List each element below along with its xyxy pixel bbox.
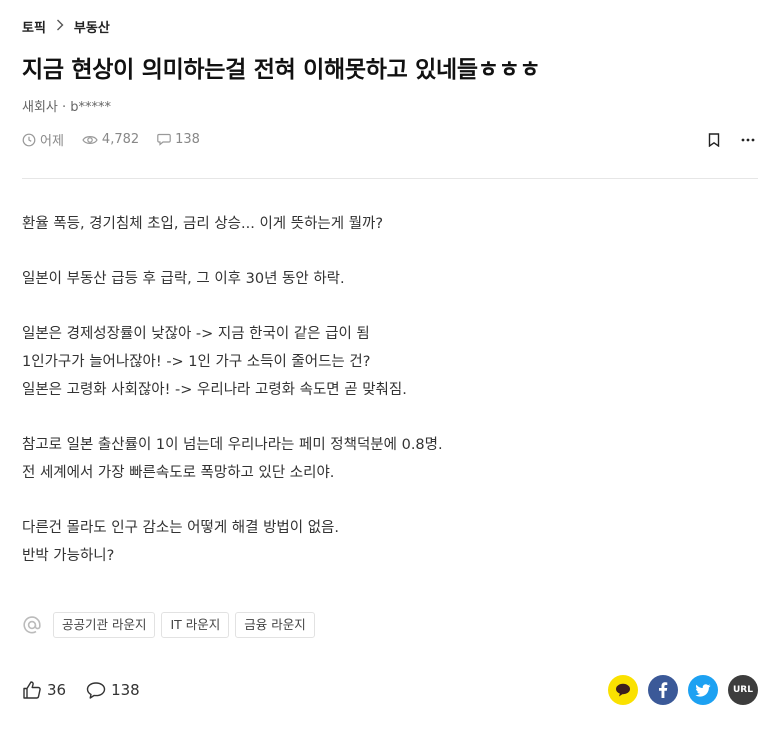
divider	[22, 178, 758, 179]
body-line: 일본이 부동산 급등 후 급락, 그 이후 30년 동안 하락.	[22, 271, 345, 287]
more-icon[interactable]	[738, 130, 758, 150]
body-line: 다른건 몰라도 인구 감소는 어떻게 해결 방법이 없음.	[22, 520, 340, 536]
post-meta: 어제 4,782 138	[22, 130, 218, 149]
comment-button[interactable]: 138	[86, 681, 140, 700]
topic-chip[interactable]: 공공기관 라운지	[53, 612, 156, 638]
twitter-share-button[interactable]	[688, 675, 718, 705]
facebook-share-button[interactable]	[648, 675, 678, 705]
body-line: 일본은 경제성장률이 낮잖아 -> 지금 한국이 같은 급이 됨	[22, 326, 370, 342]
comment-icon	[157, 133, 171, 146]
breadcrumb-root[interactable]: 토픽	[22, 17, 46, 36]
topic-tags: 공공기관 라운지 IT 라운지 금융 라운지	[22, 612, 321, 638]
breadcrumb-current[interactable]: 부동산	[74, 17, 110, 36]
share-buttons: URL	[598, 675, 758, 705]
comment-icon	[86, 681, 106, 699]
post-title: 지금 현상이 의미하는걸 전혀 이해못하고 있네들ㅎㅎㅎ	[22, 57, 541, 83]
post-body: 환율 폭등, 경기침체 초입, 금리 상승... 이게 뜻하는게 뭘까? 일본이 …	[22, 210, 443, 570]
body-line: 일본은 고령화 사회잖아! -> 우리나라 고령화 속도면 곧 맞춰짐.	[22, 382, 407, 398]
body-line: 전 세계에서 가장 빠른속도로 폭망하고 있단 소리야.	[22, 465, 335, 481]
kakao-share-button[interactable]	[608, 675, 638, 705]
body-line: 반박 가능하니?	[22, 548, 115, 564]
post-comment-count: 138	[175, 132, 200, 147]
twitter-icon	[695, 683, 711, 697]
post-author[interactable]: 새회사 · b*****	[22, 96, 111, 115]
bookmark-icon[interactable]	[704, 130, 724, 150]
chevron-right-icon	[56, 19, 64, 34]
like-count: 36	[47, 681, 67, 699]
post-footer: 36 138	[22, 680, 160, 700]
topic-chip[interactable]: IT 라운지	[161, 612, 230, 638]
comments-meta: 138	[157, 132, 200, 147]
topic-chip[interactable]: 금융 라운지	[235, 612, 315, 638]
kakao-icon	[616, 683, 630, 697]
facebook-icon	[659, 682, 668, 698]
views-meta: 4,782	[82, 132, 139, 147]
post-actions	[690, 130, 758, 150]
eye-icon	[82, 135, 98, 144]
thumbs-up-icon	[23, 681, 41, 699]
body-line: 참고로 일본 출산률이 1이 넘는데 우리나라는 페미 정책덕분에 0.8명.	[22, 437, 443, 453]
like-button[interactable]: 36	[22, 680, 66, 700]
post-views: 4,782	[101, 132, 140, 147]
post-time: 어제	[40, 134, 64, 149]
clock-icon	[22, 133, 36, 146]
footer-comment-count: 138	[111, 681, 140, 699]
body-line: 1인가구가 늘어나잖아! -> 1인 가구 소득이 줄어드는 건?	[22, 354, 371, 370]
body-line: 환율 폭등, 경기침체 초입, 금리 상승... 이게 뜻하는게 뭘까?	[22, 216, 384, 232]
breadcrumb: 토픽 부동산	[22, 17, 110, 36]
at-icon	[22, 615, 44, 635]
url-copy-button[interactable]: URL	[728, 675, 758, 705]
url-icon: URL	[733, 685, 753, 695]
time-meta: 어제	[22, 130, 64, 149]
